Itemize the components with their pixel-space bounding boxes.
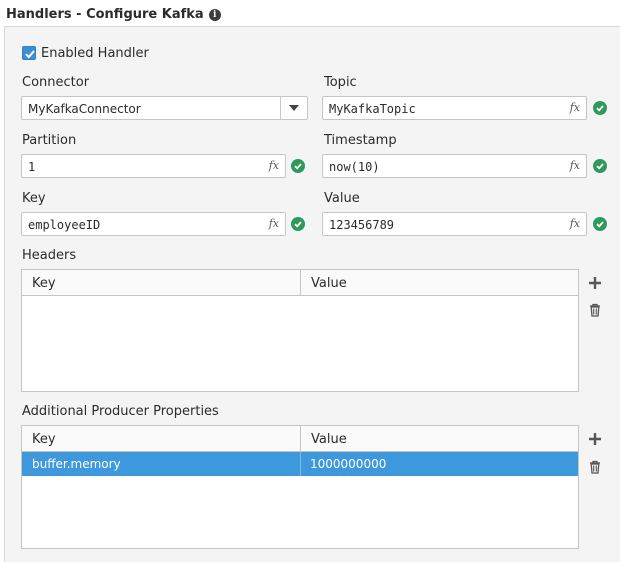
partition-label: Partition — [22, 133, 77, 148]
fx-icon[interactable]: fx — [570, 217, 580, 230]
column-header-key[interactable]: Key — [22, 270, 301, 295]
page-title: Handlers - Configure Kafka i — [0, 0, 620, 26]
partition-input[interactable]: 1 fx — [21, 154, 286, 178]
value-label: Value — [324, 191, 360, 206]
checkmark-icon — [25, 50, 35, 59]
enabled-handler-label[interactable]: Enabled Handler — [41, 46, 149, 61]
add-header-plus-icon[interactable] — [587, 275, 603, 291]
chevron-down-icon[interactable] — [280, 97, 307, 119]
timestamp-input[interactable]: now(10) fx — [322, 154, 587, 178]
valid-check-icon — [291, 159, 305, 173]
property-value-cell[interactable]: 1000000000 — [301, 452, 578, 476]
fx-icon[interactable]: fx — [570, 159, 580, 172]
delete-property-trash-icon[interactable] — [587, 459, 603, 475]
info-icon[interactable]: i — [208, 8, 221, 21]
fx-icon[interactable]: fx — [269, 217, 279, 230]
timestamp-value: now(10) — [329, 160, 380, 174]
headers-table[interactable]: Key Value — [21, 269, 579, 392]
producer-properties-table[interactable]: Key Value buffer.memory 1000000000 — [21, 425, 579, 549]
connector-label: Connector — [22, 75, 90, 90]
connector-value: MyKafkaConnector — [28, 102, 141, 116]
key-input[interactable]: employeeID fx — [21, 212, 286, 236]
producer-properties-table-header: Key Value — [22, 426, 578, 452]
valid-check-icon — [593, 159, 607, 173]
fx-icon[interactable]: fx — [269, 159, 279, 172]
value-value: 123456789 — [329, 218, 395, 232]
page-title-text: Handlers - Configure Kafka — [6, 7, 204, 22]
enabled-handler-checkbox[interactable] — [22, 46, 36, 60]
table-row[interactable]: buffer.memory 1000000000 — [22, 452, 578, 476]
property-key-cell[interactable]: buffer.memory — [22, 452, 301, 476]
valid-check-icon — [593, 101, 607, 115]
column-header-value[interactable]: Value — [301, 426, 578, 451]
key-label: Key — [22, 191, 46, 206]
timestamp-label: Timestamp — [324, 133, 397, 148]
headers-table-header: Key Value — [22, 270, 578, 296]
topic-input[interactable]: MyKafkaTopic fx — [322, 96, 587, 120]
column-header-key[interactable]: Key — [22, 426, 301, 451]
topic-value: MyKafkaTopic — [329, 102, 416, 116]
connector-dropdown[interactable]: MyKafkaConnector — [21, 96, 308, 120]
value-input[interactable]: 123456789 fx — [322, 212, 587, 236]
delete-header-trash-icon[interactable] — [587, 302, 603, 318]
valid-check-icon — [291, 217, 305, 231]
partition-value: 1 — [28, 160, 36, 174]
add-property-plus-icon[interactable] — [587, 431, 603, 447]
topic-label: Topic — [324, 75, 357, 90]
key-value: employeeID — [28, 218, 101, 232]
headers-label: Headers — [22, 248, 77, 263]
fx-icon[interactable]: fx — [570, 101, 580, 114]
valid-check-icon — [593, 217, 607, 231]
column-header-value[interactable]: Value — [301, 270, 578, 295]
producer-properties-label: Additional Producer Properties — [22, 404, 219, 419]
